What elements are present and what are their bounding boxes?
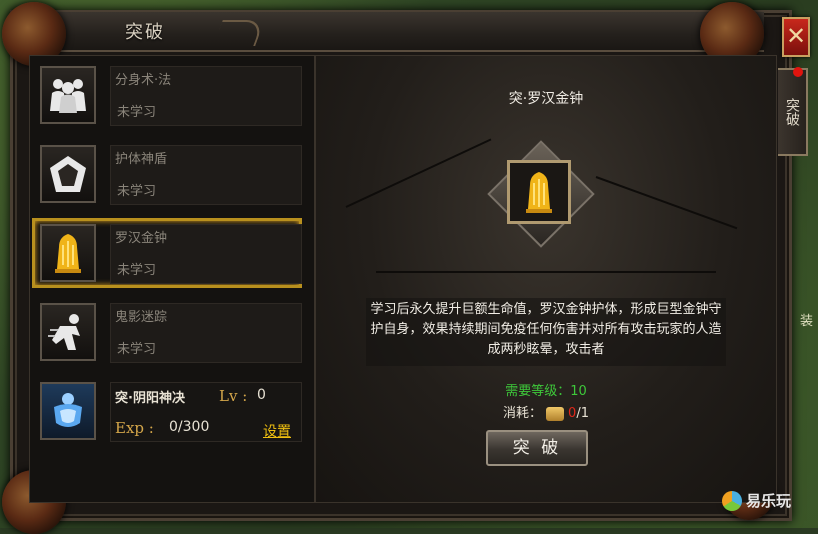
- clone-figures-icon: [40, 66, 96, 124]
- side-edge-text: 装: [800, 314, 814, 329]
- stone-crack: [376, 271, 716, 273]
- skill-item[interactable]: 分身术·法 未学习: [40, 66, 302, 128]
- exp-value: 0/300: [169, 419, 210, 435]
- tab-breakthrough[interactable]: 突破: [778, 67, 808, 156]
- stone-crack: [595, 176, 738, 230]
- golden-bell-icon: [40, 224, 96, 282]
- skill-info: 突·阴阳神决 Lv : 0 Exp : 0/300 设置: [110, 382, 302, 442]
- skill-item[interactable]: 护体神盾 未学习: [40, 145, 302, 207]
- skill-name: 鬼影迷踪: [115, 310, 168, 325]
- requirement-label: 需要等级：: [505, 384, 571, 399]
- skill-info: 罗汉金钟 未学习: [110, 224, 302, 284]
- cost-required: /1: [576, 406, 589, 421]
- skill-info: 分身术·法 未学习: [110, 66, 302, 126]
- level-value: 0: [257, 387, 266, 403]
- detail-icon-frame: [487, 140, 595, 248]
- phantom-dash-icon: [40, 303, 96, 361]
- tab-label: 突破: [784, 98, 800, 126]
- skill-info: 鬼影迷踪 未学习: [110, 303, 302, 363]
- skill-state: 未学习: [117, 263, 157, 278]
- skill-item[interactable]: 鬼影迷踪 未学习: [40, 303, 302, 365]
- exp-label: Exp :: [115, 419, 154, 437]
- watermark: 易乐玩: [722, 490, 791, 511]
- watermark-text: 易乐玩: [746, 492, 792, 510]
- level-label: Lv :: [219, 387, 248, 405]
- skill-state: 未学习: [117, 105, 157, 120]
- scroll-item-icon: [546, 406, 565, 421]
- breakthrough-button[interactable]: 突 破: [486, 430, 588, 466]
- skill-item-selected[interactable]: 罗汉金钟 未学习: [32, 218, 302, 288]
- skill-name: 分身术·法: [115, 73, 172, 88]
- detail-title: 突·罗汉金钟: [508, 91, 584, 107]
- cost-line: 消耗： 0/1: [316, 402, 776, 421]
- skill-detail-panel: 突·罗汉金钟 学习后永久提升巨额生命值，罗汉金钟护体，形成巨型金钟守护自身，效果…: [315, 55, 777, 503]
- skill-description: 学习后永久提升巨额生命值，罗汉金钟护体，形成巨型金钟守护自身，效果持续期间免疫任…: [366, 298, 726, 366]
- shield-icon: [40, 145, 96, 203]
- site-logo-icon: [722, 490, 742, 511]
- skill-name: 护体神盾: [115, 152, 168, 167]
- skill-state: 未学习: [117, 184, 157, 199]
- skill-info: 护体神盾 未学习: [110, 145, 302, 205]
- golden-bell-icon: [507, 160, 571, 224]
- skill-state: 未学习: [117, 342, 157, 357]
- notification-dot: [793, 67, 803, 77]
- window-title: 突破: [125, 22, 165, 43]
- skill-name: 罗汉金钟: [115, 231, 168, 246]
- active-skill-item[interactable]: 突·阴阳神决 Lv : 0 Exp : 0/300 设置: [40, 382, 302, 444]
- stone-crack: [345, 138, 492, 208]
- close-button[interactable]: ✕: [782, 17, 810, 57]
- skill-name: 突·阴阳神决: [115, 391, 185, 406]
- level-requirement: 需要等级：10: [316, 380, 776, 399]
- settings-link[interactable]: 设置: [263, 421, 291, 441]
- requirement-value: 10: [570, 384, 587, 399]
- yinyang-armor-icon: [40, 382, 96, 440]
- cost-label: 消耗：: [503, 406, 543, 421]
